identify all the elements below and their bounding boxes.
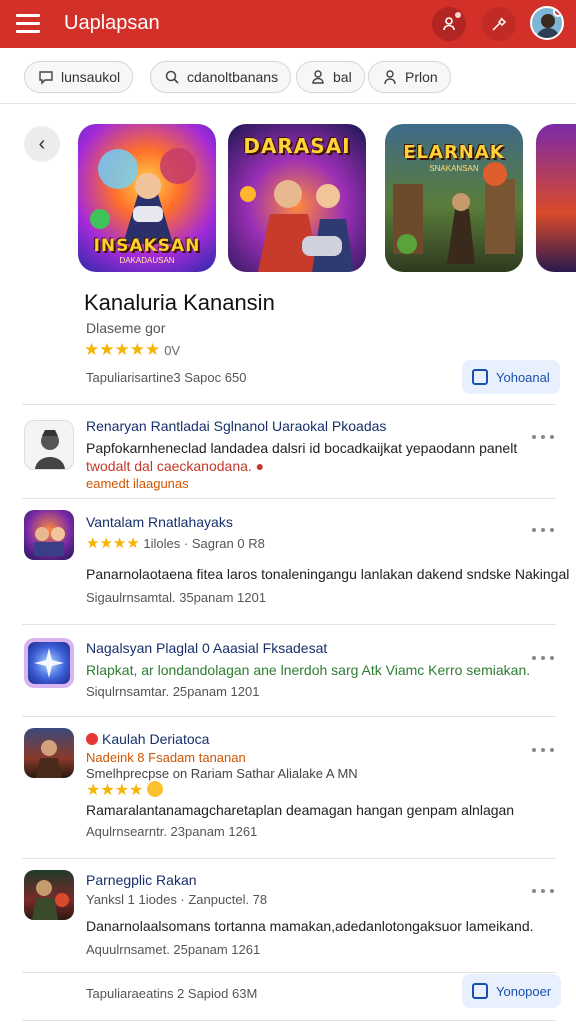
list-item-rating: ★★★★ (86, 780, 163, 800)
tile-title: INSAKSAN (93, 236, 201, 256)
chip-label: cdanoltbanans (187, 69, 279, 85)
tile-subtitle: SNAKANSAN (429, 164, 479, 173)
tile-title: ELARNAK (403, 142, 505, 163)
list-item-description: Panarnolaotaena fitea laros tonaleningan… (86, 566, 570, 582)
tools-icon (492, 17, 507, 31)
footer-meta: Tapuliaraeatins 2 Sapiod 63M (86, 986, 258, 1001)
edit-icon (472, 983, 488, 999)
featured-meta: Tapuliarisartine3 Sapoc 650 (86, 370, 247, 385)
chip-cdanoltbanans[interactable]: cdanoltbanans (150, 61, 292, 93)
person-icon (381, 68, 399, 86)
more-options-icon[interactable] (532, 523, 554, 537)
app-icon (24, 420, 74, 470)
featured-tile-4-partial[interactable] (536, 124, 576, 272)
footer-action-button[interactable]: Yonopoer (462, 974, 562, 1008)
app-icon (24, 510, 74, 560)
list-item-description: Papfokarnheneclad landadea dalsri id boc… (86, 440, 518, 456)
divider (22, 498, 556, 499)
tile-subtitle: DAKADAUSAN (119, 256, 175, 265)
featured-app-title: Kanaluria Kanansin (84, 290, 275, 315)
emoji-icon (147, 781, 163, 797)
rating-stars-icon: ★★★★★ (84, 340, 161, 359)
action-label: Yonopoer (496, 983, 552, 999)
chip-bal[interactable]: bal (296, 61, 365, 93)
notification-dot (455, 12, 461, 18)
list-item-title: Parnegplic Rakan (86, 872, 197, 888)
featured-publisher: Dlaseme gor (86, 320, 166, 336)
tools-button[interactable] (482, 7, 516, 41)
more-options-icon[interactable] (532, 743, 554, 757)
more-options-icon[interactable] (532, 651, 554, 665)
list-item-title-text: Kaulah Deriatoca (102, 731, 210, 747)
chat-icon (37, 68, 55, 86)
tile-title: DARASAI (243, 134, 351, 158)
rating-text: 0V (164, 343, 181, 358)
list-item-description: Danarnolaalsomans tortanna mamakan,adeda… (86, 918, 534, 934)
carousel-back-button[interactable]: ‹ (24, 126, 60, 162)
chip-label: lunsaukol (61, 69, 121, 85)
list-item-meta: Siqulrnsamtar. 25panam 1201 (86, 684, 260, 699)
divider (22, 624, 556, 625)
list-item-sub: Yanksl 1 1iodes · Zanpuctel. 78 (86, 892, 268, 907)
chip-prlon[interactable]: Prlon (368, 61, 451, 93)
rating-stars-icon: ★★★★ (86, 535, 140, 552)
app-icon (24, 638, 74, 688)
chip-label: Prlon (405, 69, 438, 85)
edit-icon (472, 369, 488, 385)
featured-tile-2[interactable]: DARASAI (228, 124, 366, 272)
divider (22, 716, 556, 717)
list-item-sub: 1iloles · Sagran 0 R8 (143, 536, 265, 551)
list-item-description: Ramaralantanamagcharetaplan deamagan han… (86, 802, 515, 818)
chip-label: bal (333, 69, 352, 85)
list-item-title: Renaryan Rantladai Sglnanol Uaraokal Pko… (86, 418, 387, 434)
list-item-description: Rlapkat, ar londandolagan ane lnerdoh sa… (86, 662, 531, 678)
featured-action-button[interactable]: Yohoanal (462, 360, 560, 394)
list-item-tag: eamedt ilaagunas (86, 476, 189, 491)
rating-stars-icon: ★★★★ (86, 782, 144, 799)
filter-chips: lunsaukol cdanoltbanans bal Prlon (0, 48, 576, 104)
user-icon (443, 17, 455, 31)
avatar[interactable] (530, 6, 564, 40)
more-options-icon[interactable] (532, 884, 554, 898)
alert-icon (86, 733, 98, 745)
action-label: Yohoanal (496, 369, 550, 385)
list-item-note: twodalt dal caeckanodana. ● (86, 458, 265, 474)
user-icon-button[interactable] (432, 7, 466, 41)
top-app-bar: Uaplapsan (0, 0, 576, 48)
divider (22, 972, 556, 973)
chip-lunsaukol[interactable]: lunsaukol (24, 61, 134, 93)
list-item-meta: Aqulrnsearntr. 23panam 1261 (86, 824, 258, 839)
list-item-sub: Nadeink 8 Fsadam tananan (86, 750, 246, 765)
app-title: Uaplapsan (64, 12, 160, 34)
app-icon (24, 870, 74, 920)
more-options-icon[interactable] (532, 430, 554, 444)
featured-tile-3[interactable]: ELARNAK SNAKANSAN (385, 124, 523, 272)
user-icon (309, 68, 327, 86)
divider (22, 404, 556, 405)
divider (22, 1020, 556, 1021)
list-item-meta: Sigaulrnsamtal. 35panam 1201 (86, 590, 266, 605)
divider (22, 858, 556, 859)
list-item-meta: Aquulrnsamet. 25panam 1261 (86, 942, 261, 957)
featured-tile-1[interactable]: INSAKSAN DAKADAUSAN (78, 124, 216, 272)
avatar-badge (553, 8, 562, 17)
chevron-left-icon: ‹ (38, 132, 46, 155)
list-item-title: Vantalam Rnatlahayaks (86, 514, 233, 530)
list-item-sub: Smelhprecpse on Rariam Sathar Alialake A… (86, 766, 358, 781)
search-icon (163, 68, 181, 86)
app-icon (24, 728, 74, 778)
list-item-title: Nagalsyan Plaglal 0 Aaasial Fksadesat (86, 640, 328, 656)
featured-rating: ★★★★★ 0V (84, 340, 180, 360)
hamburger-menu-icon[interactable] (16, 14, 40, 34)
list-item-title: Kaulah Deriatoca (86, 731, 209, 747)
list-item-rating: ★★★★ 1iloles · Sagran 0 R8 (86, 534, 265, 552)
